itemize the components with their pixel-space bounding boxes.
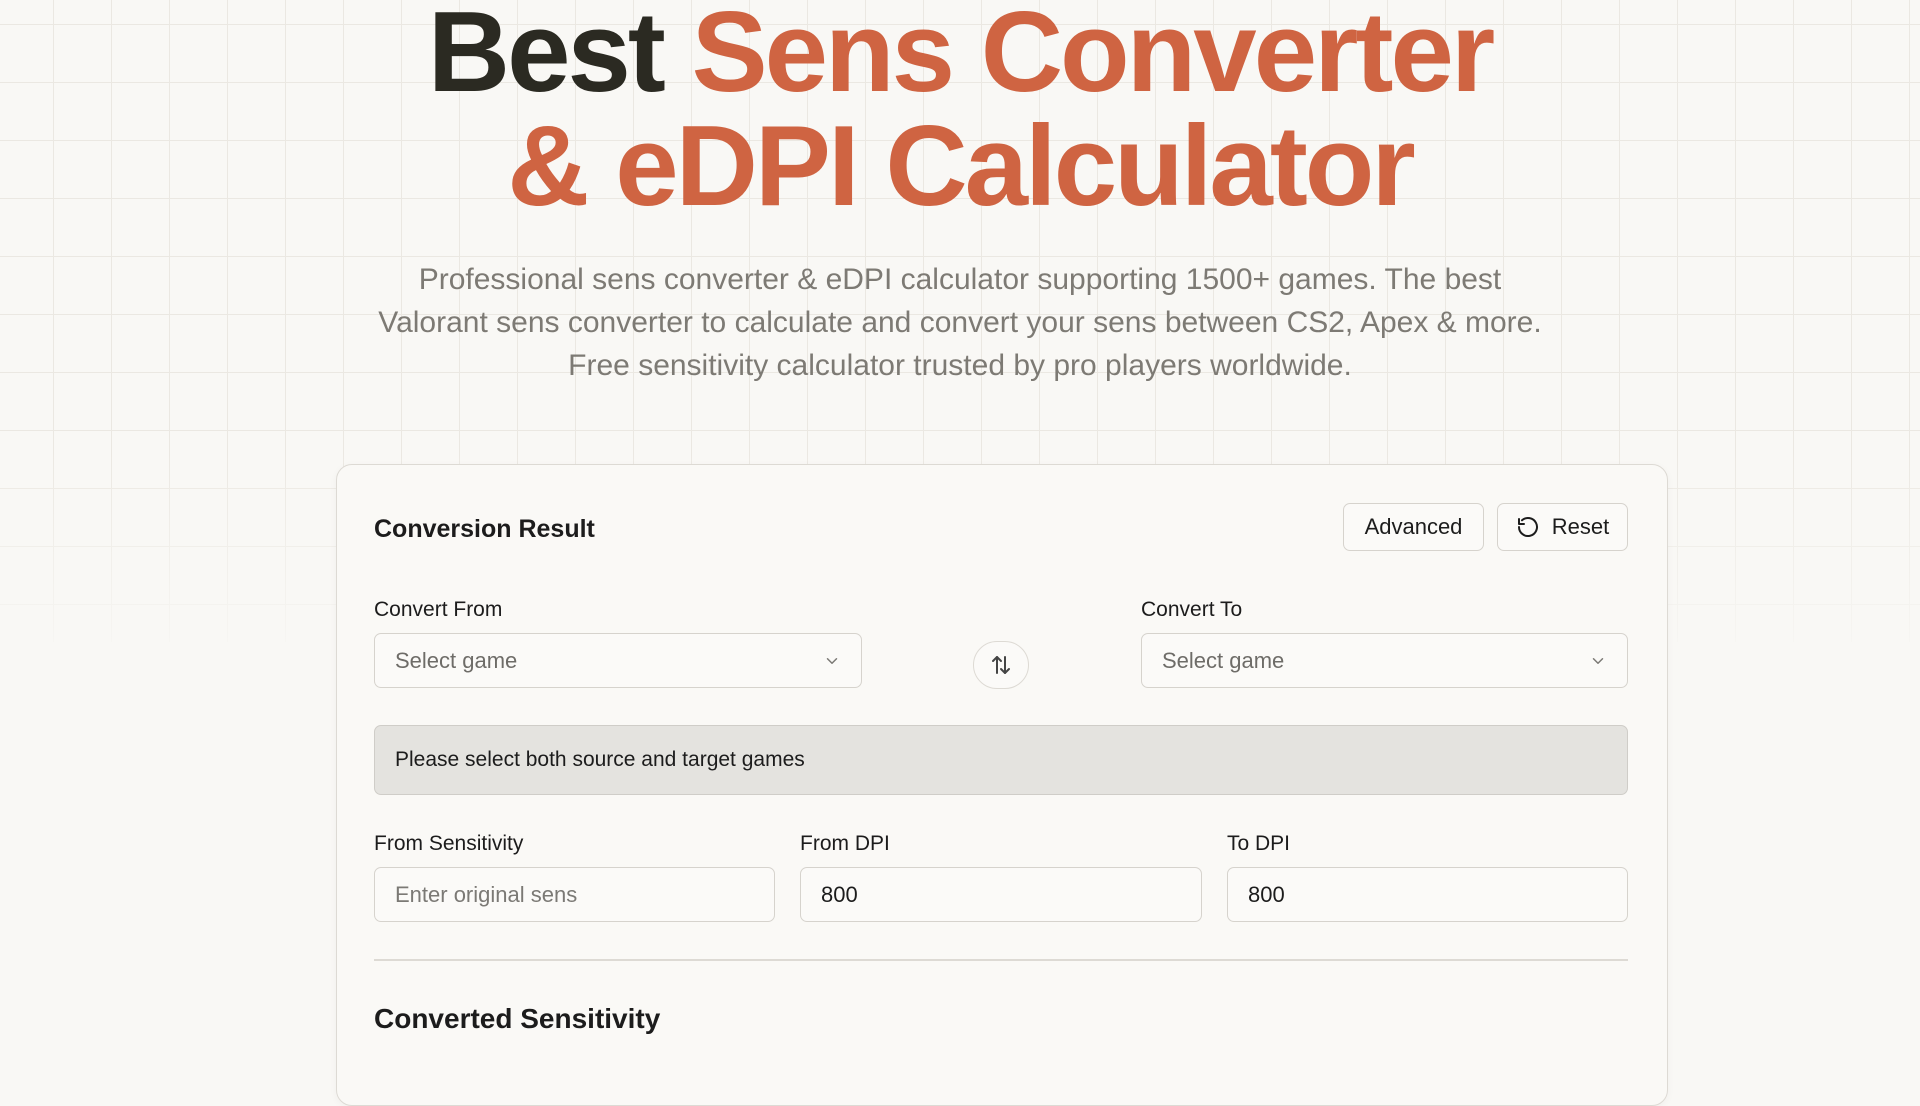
advanced-button-label: Advanced xyxy=(1364,514,1463,539)
advanced-button[interactable]: Advanced xyxy=(1343,503,1484,551)
from-dpi-label: From DPI xyxy=(800,832,890,855)
chevron-down-icon xyxy=(823,652,841,670)
converted-sensitivity-title: Converted Sensitivity xyxy=(374,1003,661,1034)
swap-vertical-icon xyxy=(989,653,1013,677)
status-message-text: Please select both source and target gam… xyxy=(395,748,805,771)
convert-from-select[interactable]: Select game xyxy=(374,633,862,688)
to-dpi-input[interactable] xyxy=(1227,867,1628,922)
from-sensitivity-label: From Sensitivity xyxy=(374,832,524,855)
hero-subtitle: Professional sens converter & eDPI calcu… xyxy=(378,263,1542,382)
convert-to-label: Convert To xyxy=(1141,598,1243,621)
converter-card: Conversion Result Advanced Reset Convert… xyxy=(336,464,1668,1106)
hero-title-sens-converter: Sens Converter xyxy=(691,0,1496,116)
card-title: Conversion Result xyxy=(374,515,595,543)
chevron-down-icon xyxy=(1589,652,1607,670)
hero-title-line-1: Best Sens Converter xyxy=(0,0,1920,110)
convert-from-placeholder: Select game xyxy=(395,647,518,673)
convert-from-label: Convert From xyxy=(374,598,503,621)
section-divider xyxy=(374,959,1628,961)
hero-title-best: Best xyxy=(427,0,666,116)
from-dpi-input[interactable] xyxy=(800,867,1202,922)
to-dpi-label: To DPI xyxy=(1227,832,1291,855)
rotate-ccw-icon xyxy=(1516,515,1540,539)
swap-games-button[interactable] xyxy=(973,641,1029,689)
reset-button-label: Reset xyxy=(1551,514,1610,539)
hero-title-line-2: & eDPI Calculator xyxy=(507,103,1416,230)
from-sensitivity-input[interactable] xyxy=(374,867,775,922)
convert-to-placeholder: Select game xyxy=(1162,647,1285,673)
convert-to-select[interactable]: Select game xyxy=(1141,633,1628,688)
reset-button[interactable]: Reset xyxy=(1497,503,1628,551)
status-message: Please select both source and target gam… xyxy=(374,725,1628,795)
